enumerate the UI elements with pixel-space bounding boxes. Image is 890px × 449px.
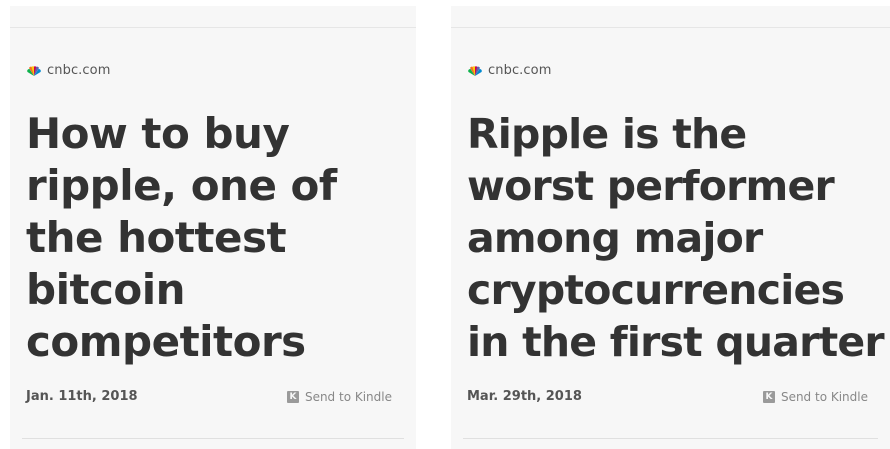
headline-line: competitors — [26, 317, 306, 366]
send-to-kindle-label: Send to Kindle — [780, 390, 868, 404]
send-to-kindle-label: Send to Kindle — [304, 390, 392, 404]
nbc-peacock-icon — [27, 65, 41, 76]
article-headline[interactable]: How to buy ripple, one of the hottest bi… — [26, 108, 406, 368]
headline-line: among major — [467, 214, 763, 262]
headline-line: in the first quarter — [467, 318, 885, 366]
headline-line: ripple, one of — [26, 161, 337, 210]
headline-line: How to buy — [26, 109, 290, 158]
article-date: Jan. 11th, 2018 — [26, 389, 138, 404]
kindle-icon: K — [286, 391, 299, 403]
card-top-divider — [10, 27, 416, 28]
card-bottom-divider — [463, 438, 878, 439]
article-card[interactable]: cnbc.com How to buy ripple, one of the h… — [10, 6, 416, 449]
headline-line: cryptocurrencies — [467, 266, 845, 314]
card-bottom-divider — [22, 438, 404, 439]
headline-line: the hottest — [26, 213, 287, 262]
kindle-icon: K — [762, 391, 775, 403]
send-to-kindle-button[interactable]: K Send to Kindle — [286, 390, 392, 404]
headline-line: Ripple is the — [467, 110, 747, 158]
article-card[interactable]: cnbc.com Ripple is the worst performer a… — [451, 6, 890, 449]
article-date: Mar. 29th, 2018 — [467, 389, 582, 404]
headline-line: bitcoin — [26, 265, 186, 314]
nbc-peacock-icon — [468, 65, 482, 76]
card-top-divider — [451, 27, 890, 28]
article-headline[interactable]: Ripple is the worst performer among majo… — [467, 108, 890, 368]
article-source: cnbc.com — [27, 63, 110, 78]
send-to-kindle-button[interactable]: K Send to Kindle — [762, 390, 868, 404]
headline-line: worst performer — [467, 162, 835, 210]
article-source: cnbc.com — [468, 63, 551, 78]
source-domain[interactable]: cnbc.com — [488, 63, 551, 78]
source-domain[interactable]: cnbc.com — [47, 63, 110, 78]
